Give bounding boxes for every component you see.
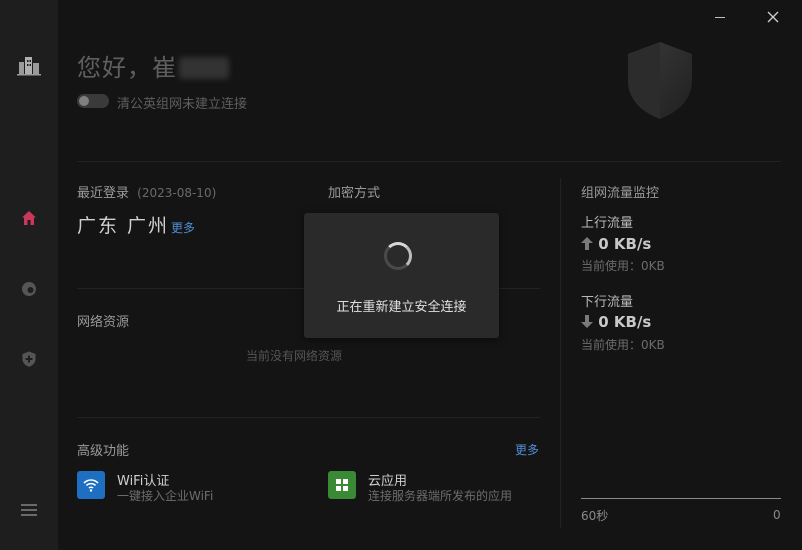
blurred-username [179,57,229,79]
close-button[interactable] [762,6,784,28]
section-divider-2 [77,417,540,418]
last-login-more-link[interactable]: 更多 [171,219,195,236]
traffic-axis-left-label: 60秒 [581,509,609,523]
wifi-icon [83,479,99,492]
last-login-location: 广东 广州 [77,215,170,237]
reconnect-overlay: 正在重新建立安全连接 [304,213,499,338]
feature-wifi-auth[interactable] [77,471,105,499]
overlay-message: 正在重新建立安全连接 [336,300,467,315]
network-resources-empty: 当前没有网络资源 [246,349,343,363]
feature-cloud-subtitle: 连接服务器端所发布的应用 [368,489,513,503]
menu-button[interactable] [0,492,58,528]
globe-icon [22,282,36,296]
minimize-button[interactable] [709,6,731,28]
traffic-chart-axis [581,498,781,499]
network-resources-title: 网络资源 [77,315,130,330]
traffic-divider [560,178,561,528]
greeting-title: 您好，崔 [77,48,229,83]
home-icon [22,211,36,225]
traffic-axis-right-label: 0 [773,508,781,522]
shield-plus-icon [22,351,36,367]
last-login-date: (2023-08-10) [137,186,217,200]
grid-apps-icon [336,479,348,491]
download-usage: 当前使用：0KB [581,338,665,352]
encryption-title: 加密方式 [328,186,381,201]
sidebar-item-home[interactable] [0,200,58,236]
advanced-title: 高级功能 [77,444,130,459]
feature-cloud-apps[interactable] [328,471,356,499]
close-icon [767,11,779,23]
sidebar-item-network[interactable] [0,271,58,307]
upload-label: 上行流量 [581,216,634,231]
traffic-title: 组网流量监控 [581,186,660,201]
feature-wifi-subtitle: 一键接入企业WiFi [117,489,214,503]
menu-icon [21,504,37,516]
greeting-text: 您好，崔 [77,54,177,82]
sidebar [0,0,59,550]
network-toggle[interactable] [77,94,109,108]
sidebar-item-security[interactable] [0,341,58,377]
buildings-logo-icon [0,47,58,83]
upload-value: 0 KB/s [581,235,651,253]
minimize-icon [715,17,725,18]
toggle-label: 清公英组网未建立连接 [117,97,248,112]
loading-spinner-icon [384,242,412,270]
last-login-title: 最近登录 (2023-08-10) [77,186,217,201]
header-divider [77,161,781,162]
advanced-more-link[interactable]: 更多 [515,441,539,458]
arrow-up-icon [581,237,593,250]
shield-icon [628,42,692,119]
upload-usage: 当前使用：0KB [581,259,665,273]
download-label: 下行流量 [581,295,634,310]
arrow-down-icon [581,315,593,328]
download-value: 0 KB/s [581,313,651,331]
